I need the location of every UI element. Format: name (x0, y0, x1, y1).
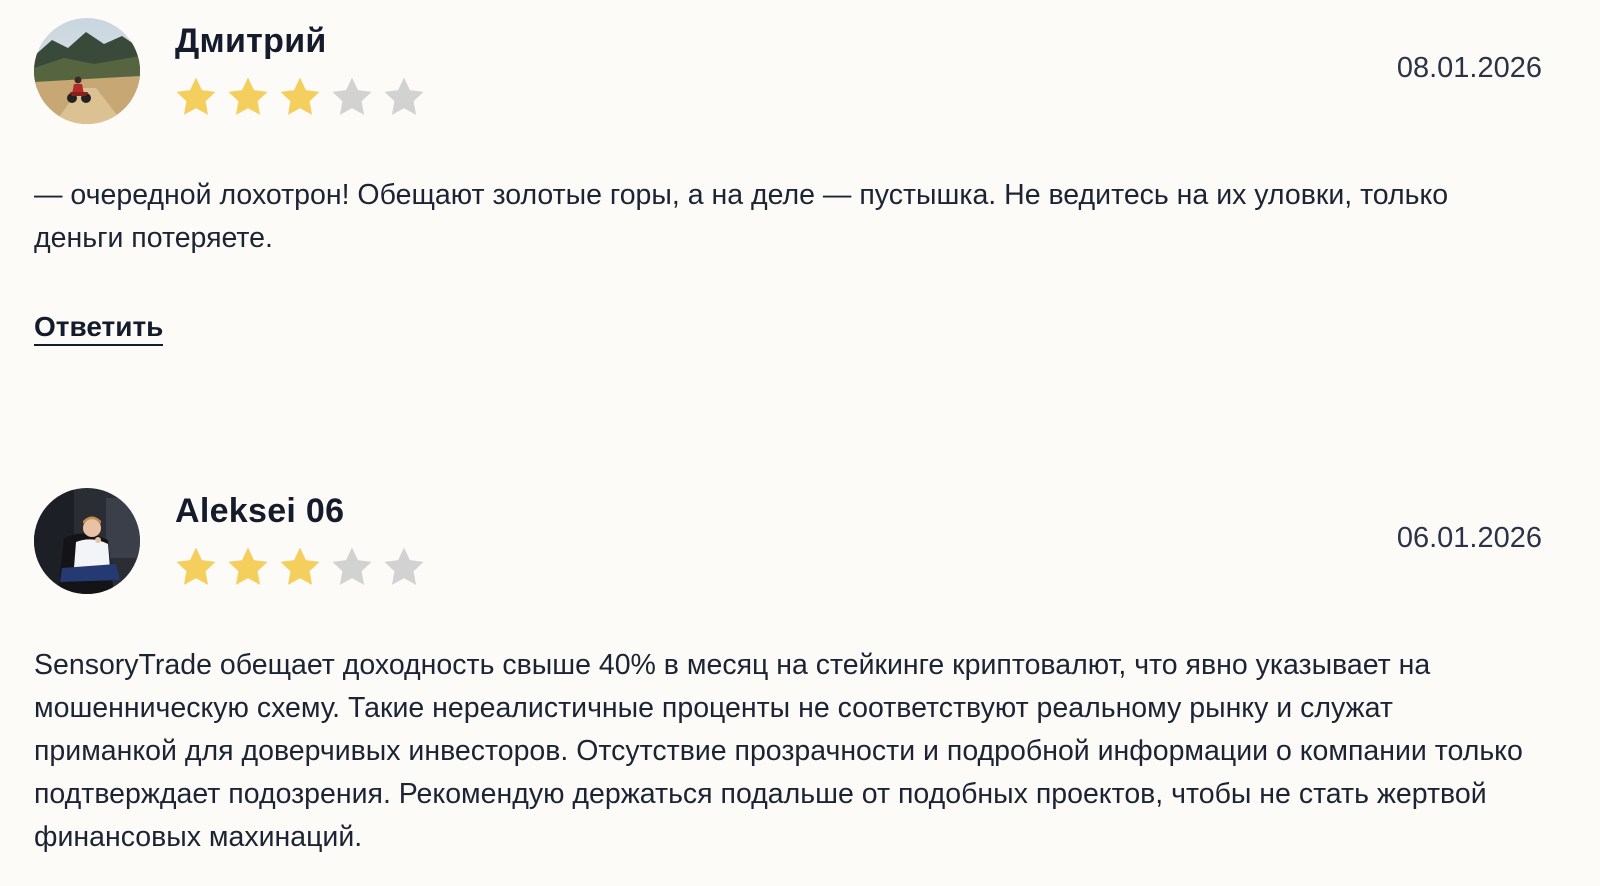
rating-stars (173, 74, 427, 120)
star-filled-icon (176, 547, 216, 585)
reply-link[interactable]: Ответить (34, 310, 164, 346)
star-empty-icon (332, 77, 372, 115)
author-name: Aleksei 06 (175, 492, 345, 530)
star-filled-icon (280, 547, 320, 585)
avatar (34, 18, 140, 124)
avatar (34, 488, 140, 594)
review-text: — очередной лохотрон! Обещают золотые го… (34, 179, 1449, 254)
reviews-list: Дмитрий 08.01.2026 — очередной лохотрон!… (0, 0, 1600, 886)
star-filled-icon (228, 547, 268, 585)
star-empty-icon (332, 547, 372, 585)
star-filled-icon (176, 77, 216, 115)
review-date: 08.01.2026 (1396, 52, 1542, 84)
avatar-motorcyclist-photo (34, 18, 140, 124)
review-text: SensoryTrade обещает доходность свыше 40… (34, 649, 1523, 853)
star-empty-icon (384, 547, 424, 585)
star-filled-icon (228, 77, 268, 115)
avatar-man-in-chair-photo (34, 488, 140, 594)
star-filled-icon (280, 77, 320, 115)
star-empty-icon (384, 77, 424, 115)
review-date: 06.01.2026 (1396, 522, 1542, 554)
author-name: Дмитрий (175, 22, 327, 60)
rating-stars (173, 544, 427, 590)
